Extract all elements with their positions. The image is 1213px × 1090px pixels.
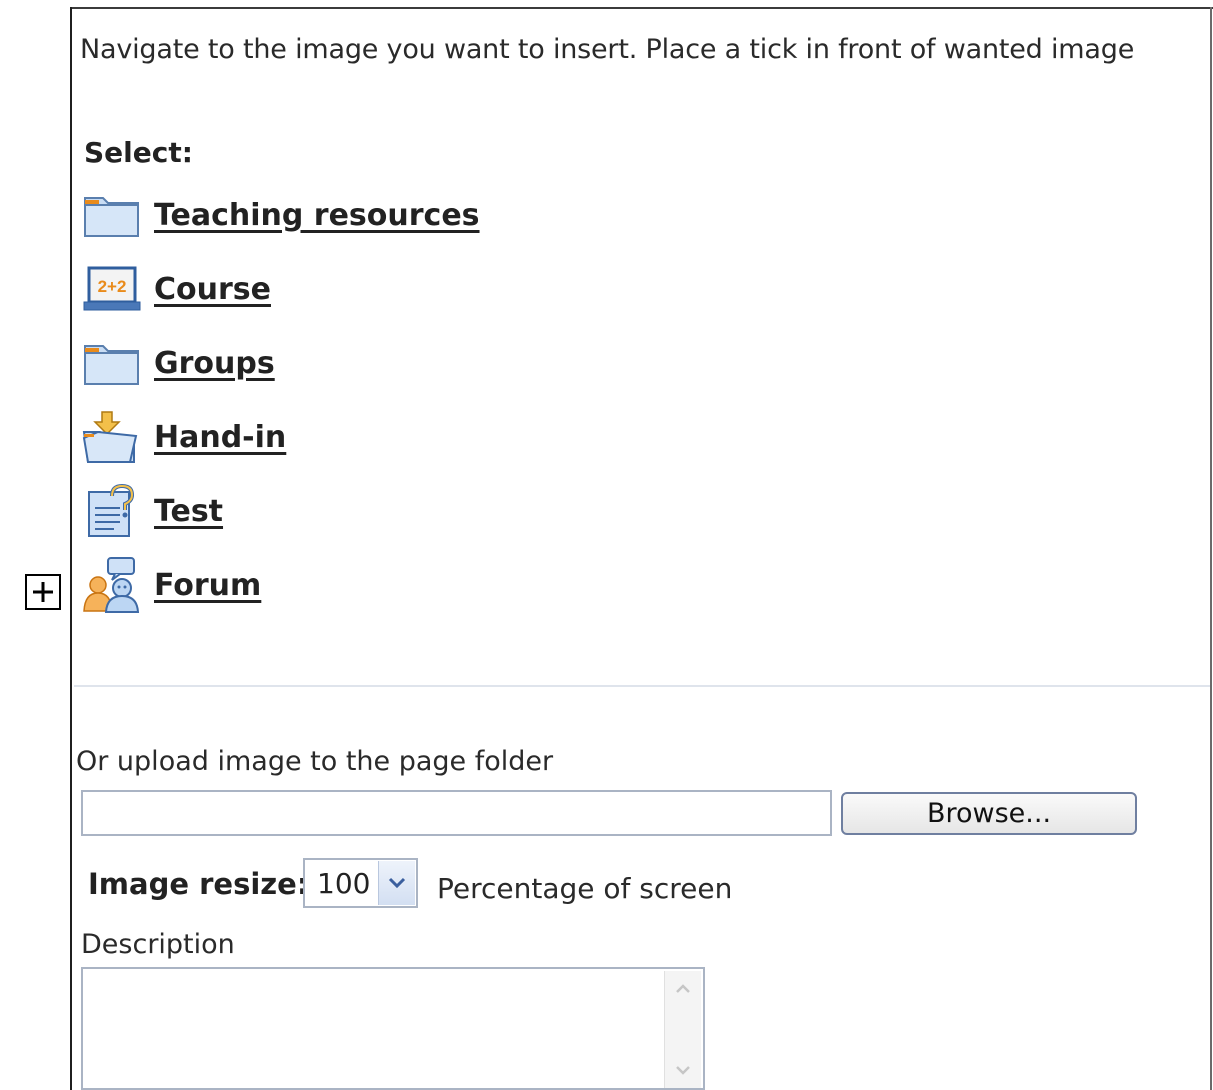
course-icon-text: 2+2 [98, 277, 127, 296]
nav-item-groups[interactable]: Groups [82, 336, 275, 390]
scroll-up-icon[interactable] [667, 973, 699, 1005]
image-resize-label: Image resize: [88, 867, 309, 901]
file-path-input[interactable] [81, 790, 832, 836]
nav-item-course[interactable]: 2+2 Course [82, 262, 271, 316]
nav-item-label[interactable]: Groups [154, 346, 275, 381]
select-heading: Select: [84, 136, 193, 169]
panel-right-border [1210, 7, 1212, 1090]
folder-icon [82, 188, 144, 242]
forum-icon [82, 557, 144, 613]
folder-icon [82, 336, 144, 390]
nav-item-forum[interactable]: Forum [82, 557, 261, 613]
scroll-down-icon[interactable] [667, 1054, 699, 1086]
nav-item-label[interactable]: Test [154, 494, 223, 529]
image-resize-select[interactable]: 100 [303, 858, 418, 908]
expand-toggle[interactable] [25, 574, 61, 610]
nav-item-label[interactable]: Hand-in [154, 420, 286, 455]
description-scrollbar[interactable] [664, 971, 701, 1088]
nav-item-label[interactable]: Course [154, 272, 271, 307]
nav-item-hand-in[interactable]: Hand-in [82, 410, 286, 464]
test-icon [82, 484, 144, 538]
section-divider [74, 685, 1210, 687]
panel-left-border [70, 7, 72, 1090]
image-resize-value: 100 [317, 866, 371, 900]
hand-in-icon [82, 410, 144, 464]
nav-item-teaching-resources[interactable]: Teaching resources [82, 188, 480, 242]
panel-top-border [70, 7, 1213, 9]
chevron-down-icon[interactable] [378, 861, 415, 905]
nav-item-test[interactable]: Test [82, 484, 223, 538]
plus-icon [33, 582, 53, 602]
image-resize-hint: Percentage of screen [437, 872, 733, 905]
nav-item-label[interactable]: Teaching resources [154, 198, 480, 233]
upload-label: Or upload image to the page folder [76, 746, 554, 777]
instruction-text: Navigate to the image you want to insert… [80, 34, 1135, 65]
description-label: Description [81, 929, 235, 960]
course-icon: 2+2 [82, 262, 144, 316]
nav-item-label[interactable]: Forum [154, 568, 261, 603]
browse-button[interactable]: Browse... [841, 792, 1137, 835]
description-textarea[interactable] [81, 967, 705, 1090]
